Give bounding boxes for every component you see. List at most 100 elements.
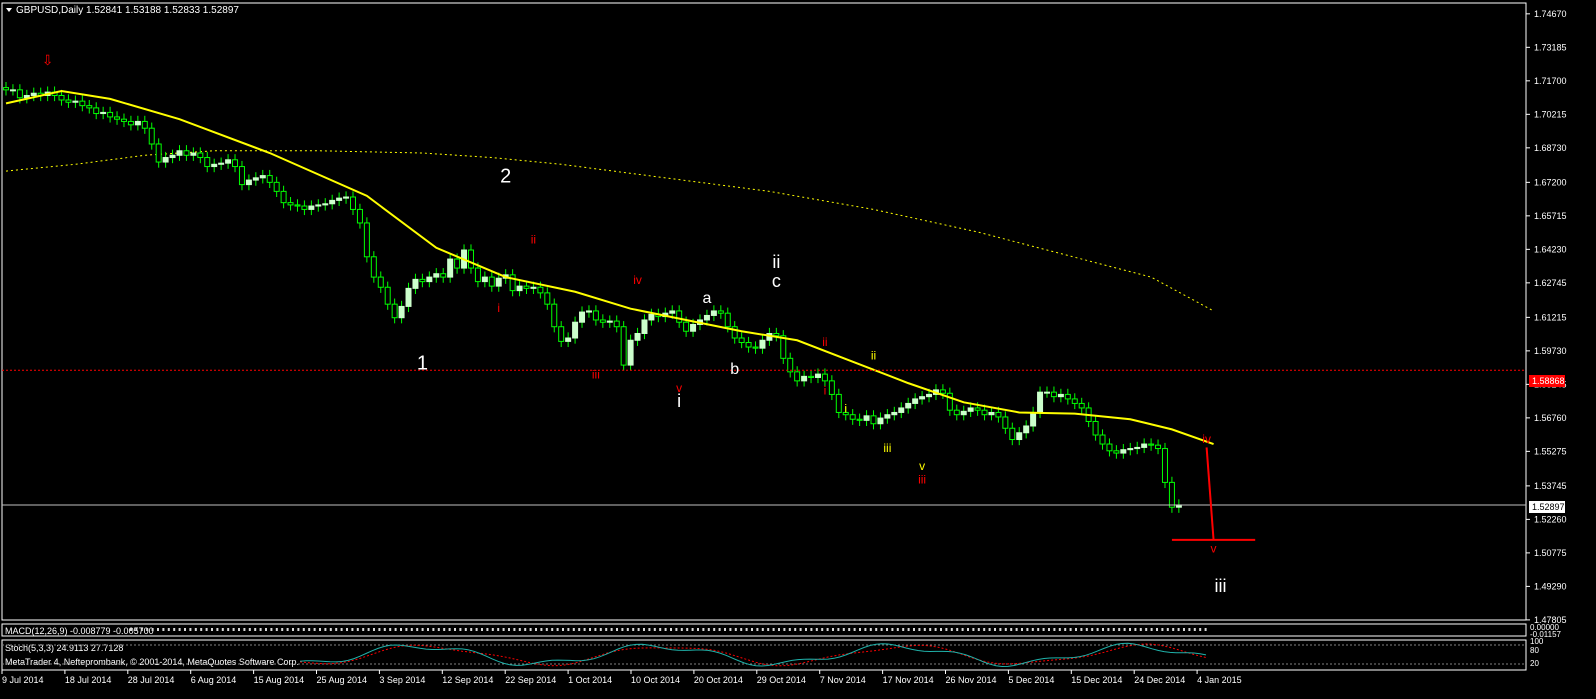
chart-canvas[interactable]: ⇩12iiiiiiivviabiiciiiiiiiiiviiiivviii 1.… — [0, 0, 1596, 699]
candle-body — [454, 258, 461, 269]
macd-bar — [718, 628, 721, 631]
macd-bar — [221, 628, 224, 631]
y-tick-label: 1.65715 — [1534, 211, 1567, 221]
wave-label: ⇩ — [42, 52, 54, 68]
macd-bar — [875, 628, 878, 631]
x-tick-label: 28 Jul 2014 — [128, 675, 175, 685]
macd-bar — [362, 628, 365, 631]
macd-bar — [572, 628, 575, 631]
candle-body — [1099, 434, 1106, 445]
macd-bar — [178, 628, 181, 631]
macd-bar — [259, 628, 262, 631]
wave-label: i — [677, 391, 681, 411]
macd-bar — [1204, 628, 1207, 631]
candle-body — [1071, 398, 1078, 404]
candle-body — [363, 222, 370, 258]
macd-bar — [1021, 628, 1023, 631]
triangle-down-icon[interactable] — [6, 8, 12, 12]
macd-bar — [248, 628, 251, 631]
candle — [877, 412, 884, 430]
macd-bar — [740, 628, 743, 631]
candle-body — [440, 273, 447, 278]
candle-body — [1106, 443, 1113, 452]
macd-bar — [243, 628, 246, 631]
candle-body — [329, 199, 336, 205]
x-tick-label: 4 Jan 2015 — [1197, 675, 1242, 685]
candle — [107, 106, 114, 123]
stoch-scale-label: 100 — [1530, 637, 1544, 646]
macd-bar — [664, 628, 667, 631]
candle-body — [16, 89, 23, 99]
candle-body — [1148, 443, 1155, 446]
macd-bar — [794, 628, 797, 631]
macd-bar — [459, 628, 462, 631]
macd-bar — [281, 628, 284, 631]
candle-body — [412, 278, 419, 289]
candle-body — [585, 310, 592, 313]
candle — [863, 410, 870, 426]
candle-body — [350, 196, 356, 210]
y-tick-label: 1.52260 — [1534, 514, 1567, 524]
macd-bar — [1010, 628, 1013, 631]
macd-bar — [621, 628, 624, 631]
macd-bar — [805, 628, 807, 631]
candle-body — [1161, 448, 1168, 483]
macd-bar — [1048, 628, 1050, 631]
macd-bar — [999, 628, 1002, 631]
macd-bar — [140, 628, 143, 631]
candle-body — [1113, 450, 1120, 454]
macd-bar — [637, 628, 640, 631]
candle-body — [433, 273, 440, 278]
candle — [1092, 415, 1099, 441]
macd-bar — [686, 628, 689, 631]
macd-bar — [481, 628, 483, 631]
candle-body — [676, 310, 683, 323]
candle — [1120, 444, 1127, 459]
candle-body — [162, 157, 169, 163]
candle-body — [287, 202, 294, 206]
candle — [225, 154, 232, 169]
macd-bar — [1096, 628, 1099, 631]
candle — [988, 406, 995, 421]
macd-bar — [1080, 628, 1083, 631]
macd-bar — [1112, 628, 1115, 631]
candle — [801, 370, 808, 387]
candle — [141, 115, 148, 134]
candle-body — [100, 111, 107, 115]
candle — [384, 281, 391, 310]
macd-bar — [934, 628, 937, 631]
candle — [412, 273, 419, 295]
candle — [1127, 442, 1134, 456]
macd-bar — [589, 628, 591, 631]
candle-body — [835, 393, 842, 413]
candle-body — [238, 166, 245, 186]
macd-bar — [491, 628, 494, 631]
candle-body — [995, 411, 1002, 418]
macd-bar — [373, 628, 375, 631]
macd-bar — [167, 628, 170, 631]
macd-bar — [1102, 628, 1104, 631]
macd-bar — [1145, 628, 1148, 631]
macd-bar — [842, 628, 845, 631]
macd-bar — [432, 628, 435, 631]
candle-body — [1002, 416, 1009, 429]
candle — [218, 157, 225, 170]
frame-layer — [1, 2, 1527, 671]
wave-label: 2 — [500, 165, 511, 187]
candle-body — [120, 118, 127, 122]
macd-bar — [1161, 628, 1164, 631]
macd-frame — [1, 623, 1527, 637]
candle-body — [474, 267, 481, 283]
candle-body — [620, 326, 627, 366]
candle — [363, 217, 370, 263]
macd-bar — [551, 628, 554, 631]
macd-bar — [1177, 628, 1180, 631]
candle-body — [669, 310, 676, 314]
candle — [315, 199, 322, 212]
macd-bar — [886, 628, 888, 631]
candle-body — [683, 321, 690, 332]
macd-bar — [470, 628, 473, 631]
macd-bar — [761, 628, 764, 631]
x-tick-label: 12 Sep 2014 — [442, 675, 493, 685]
macd-bar — [1031, 628, 1034, 631]
